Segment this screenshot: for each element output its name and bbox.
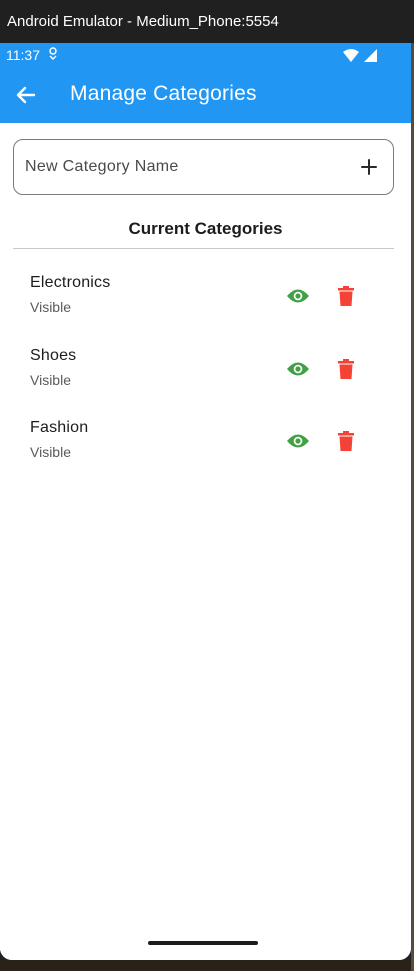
wifi-icon <box>343 49 360 63</box>
signal-icon <box>364 49 377 63</box>
emulator-frame: Android Emulator - Medium_Phone:5554 11:… <box>0 0 414 971</box>
plus-icon <box>361 159 377 175</box>
category-item-electronics: Electronics Visible <box>0 259 411 332</box>
category-name: Fashion <box>30 419 89 436</box>
app-bar: Manage Categories <box>0 67 411 123</box>
trash-icon <box>338 358 354 379</box>
category-list: Electronics Visible Shoes Visible Fashio… <box>0 259 411 477</box>
trash-icon <box>338 431 354 451</box>
visibility-toggle-button[interactable] <box>283 354 313 384</box>
new-category-input-box <box>13 139 394 195</box>
arrow-back-icon <box>16 86 36 104</box>
new-category-name-input[interactable] <box>25 140 345 194</box>
window-title: Android Emulator - Medium_Phone:5554 <box>0 0 414 43</box>
divider <box>13 248 394 249</box>
desktop-background-bottom <box>0 960 411 971</box>
status-icons <box>343 47 377 63</box>
delete-button[interactable] <box>333 426 359 456</box>
category-status: Visible <box>30 444 71 460</box>
gesture-nav-bar <box>0 938 411 960</box>
visibility-toggle-button[interactable] <box>283 281 313 311</box>
delete-button[interactable] <box>333 354 359 384</box>
section-title: Current Categories <box>128 219 283 238</box>
category-status: Visible <box>30 299 71 315</box>
page-title: Manage Categories <box>70 82 257 105</box>
category-status: Visible <box>30 371 71 388</box>
sync-dot-icon <box>48 46 58 63</box>
category-name: Electronics <box>30 274 111 291</box>
back-button[interactable] <box>10 79 42 111</box>
delete-button[interactable] <box>333 281 359 311</box>
eye-icon <box>287 289 309 303</box>
eye-icon <box>287 434 309 448</box>
status-time: 11:37 <box>6 47 40 63</box>
category-item-shoes: Shoes Visible <box>0 332 411 405</box>
category-name: Shoes <box>30 346 77 364</box>
home-handle[interactable] <box>148 941 258 945</box>
device-screen: 11:37 Manage Categories New Category Nam… <box>0 43 411 960</box>
status-bar: 11:37 <box>0 43 411 67</box>
trash-icon <box>338 286 354 306</box>
eye-icon <box>287 362 309 375</box>
add-category-button[interactable] <box>355 153 383 181</box>
category-item-fashion: Fashion Visible <box>0 404 411 477</box>
visibility-toggle-button[interactable] <box>283 426 313 456</box>
